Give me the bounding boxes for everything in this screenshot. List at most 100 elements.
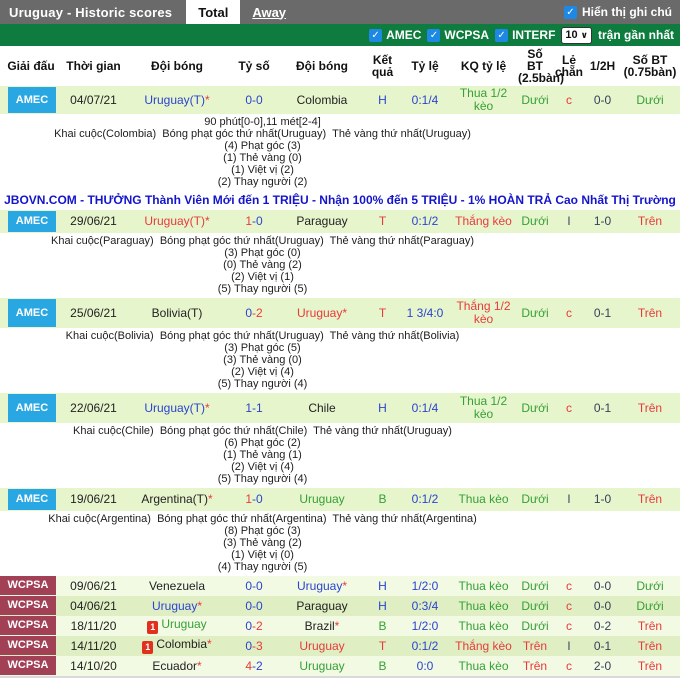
score: 0-3 [229,639,279,654]
over-under-075: Dưới [636,578,664,593]
match-detail: Khai cuộc(Chile) Bóng phạt góc thứ nhất(… [0,423,525,488]
odd-even: c [566,400,572,415]
over-under-25: Dưới [521,214,549,228]
away-team-name: Uruguay [296,305,343,320]
handicap-result: Thắng kèo [455,638,512,653]
odd-even: c [566,658,572,673]
away-team[interactable]: Paraguay [279,214,365,229]
match-date: 25/06/21 [70,305,117,320]
over-under-075: Dưới [636,92,664,107]
handicap-result: Thắng kèo [455,214,512,228]
filter-amec[interactable]: ✓ AMEC [369,28,421,42]
detail-stat-line: (5) Thay người (4) [217,378,308,390]
away-team[interactable]: Paraguay [279,599,365,614]
detail-stat-line: (2) Việt vị (4) [231,461,294,473]
match-count-suffix: trận gần nhất [597,28,674,42]
half-time-score: 0-2 [593,618,612,633]
away-team[interactable]: Uruguay* [279,306,365,321]
match-date: 19/06/21 [70,492,117,506]
detail-stat-line: (6) Phạt góc (2) [224,437,301,449]
home-goals: 0 [245,618,252,633]
home-team[interactable]: 1 Uruguay [125,617,229,635]
league-badge: AMEC [8,211,56,232]
amec-checkbox[interactable]: ✓ [369,28,383,42]
filter-wcpsa[interactable]: ✓ WCPSA [427,28,489,42]
historic-scores-panel: Uruguay - Historic scores Total Away ✓ H… [0,0,680,678]
matches-table: AMEC 04/07/21 Uruguay(T)* 0-0 Colombia H 0:1/4… [0,86,680,676]
half-time-score: 0-1 [593,638,612,653]
filter-interf[interactable]: ✓ INTERF [495,28,555,42]
match-count-select[interactable]: 10 ∨ [561,26,592,44]
result-letter: T [378,214,387,228]
away-team-name: Uruguay [296,578,343,593]
handicap-result: Thua kèo [458,618,509,633]
detail-heading: Khai cuộc(Argentina) Bóng phạt góc thứ n… [48,513,477,525]
league-badge: WCPSA [0,636,56,655]
handicap-odds: 1 3/4:0 [406,305,444,320]
detail-stat-line: (2) Việt vị (1) [231,271,294,283]
home-team[interactable]: Uruguay(T)* [125,214,229,229]
table-header: Giải đấu Thời gian Đội bóng Tỷ số Đội bó… [0,46,680,86]
wcpsa-checkbox[interactable]: ✓ [427,28,441,42]
home-team[interactable]: Venezuela [125,579,229,594]
away-team[interactable]: Chile [279,401,365,416]
odd-even: c [566,578,572,593]
show-notes-checkbox[interactable]: ✓ [564,5,577,19]
score: 0-0 [229,599,279,614]
away-goals: -0 [252,214,263,228]
team-star-marker: * [207,637,212,651]
home-team[interactable]: Bolivia(T) [125,306,229,321]
filter-bar: ✓ AMEC ✓ WCPSA ✓ INTERF 10 ∨ trận gần nh… [0,24,680,46]
away-goals: -2 [252,305,263,320]
away-team[interactable]: Brazil* [279,619,365,634]
away-goals: -0 [252,598,263,613]
away-goals: -0 [252,578,263,593]
interf-checkbox[interactable]: ✓ [495,28,509,42]
away-team[interactable]: Uruguay* [279,579,365,594]
over-under-075: Trên [637,638,663,653]
over-under-075: Dưới [636,598,664,613]
col-score: Tỷ số [238,59,270,73]
over-under-25: Dưới [521,400,549,415]
home-team[interactable]: Uruguay(T)* [125,93,229,108]
home-team[interactable]: Uruguay* [125,599,229,614]
odd-even: l [567,214,571,228]
away-team[interactable]: Colombia [279,93,365,108]
away-team[interactable]: Uruguay [279,659,365,674]
ad-banner-link[interactable]: JBOVN.COM - THƯỞNG Thành Viên Mới đến 1 … [0,191,680,210]
detail-stat-line: (1) Thẻ vàng (1) [223,449,302,461]
tab-away[interactable]: Away [240,0,298,24]
away-goals: -0 [252,92,263,107]
home-team[interactable]: 1 Colombia* [125,637,229,655]
over-under-25: Dưới [521,92,549,107]
over-under-25: Dưới [521,492,549,506]
away-team-name: Paraguay [296,598,348,613]
col-half: 1/2H [589,59,616,73]
home-team-name: Venezuela [148,578,206,593]
col-league: Giải đấu [7,59,55,73]
league-badge: AMEC [8,489,56,510]
home-team[interactable]: Argentina(T)* [125,492,229,507]
team-star-marker: * [208,492,213,506]
home-team-name: Colombia [156,637,208,651]
score: 4-2 [229,659,279,674]
league-badge: WCPSA [0,576,56,595]
home-team[interactable]: Ecuador* [125,659,229,674]
result-letter: T [378,638,387,653]
red-card-icon: 1 [142,641,154,654]
half-time-score: 1-0 [593,492,612,506]
result-letter: B [378,658,387,673]
tab-total[interactable]: Total [186,0,241,24]
over-under-25: Dưới [521,305,549,320]
away-team-name: Colombia [296,92,348,107]
handicap-odds: 0:3/4 [411,598,439,613]
league-badge: AMEC [8,394,56,422]
away-team[interactable]: Uruguay [279,492,365,507]
amec-label: AMEC [386,28,422,42]
home-team[interactable]: Uruguay(T)* [125,401,229,416]
handicap-odds: 0:0 [416,658,434,673]
away-team[interactable]: Uruguay [279,639,365,654]
odd-even: c [566,92,572,107]
title-bar: Uruguay - Historic scores Total Away ✓ H… [0,0,680,24]
interf-label: INTERF [512,28,556,42]
